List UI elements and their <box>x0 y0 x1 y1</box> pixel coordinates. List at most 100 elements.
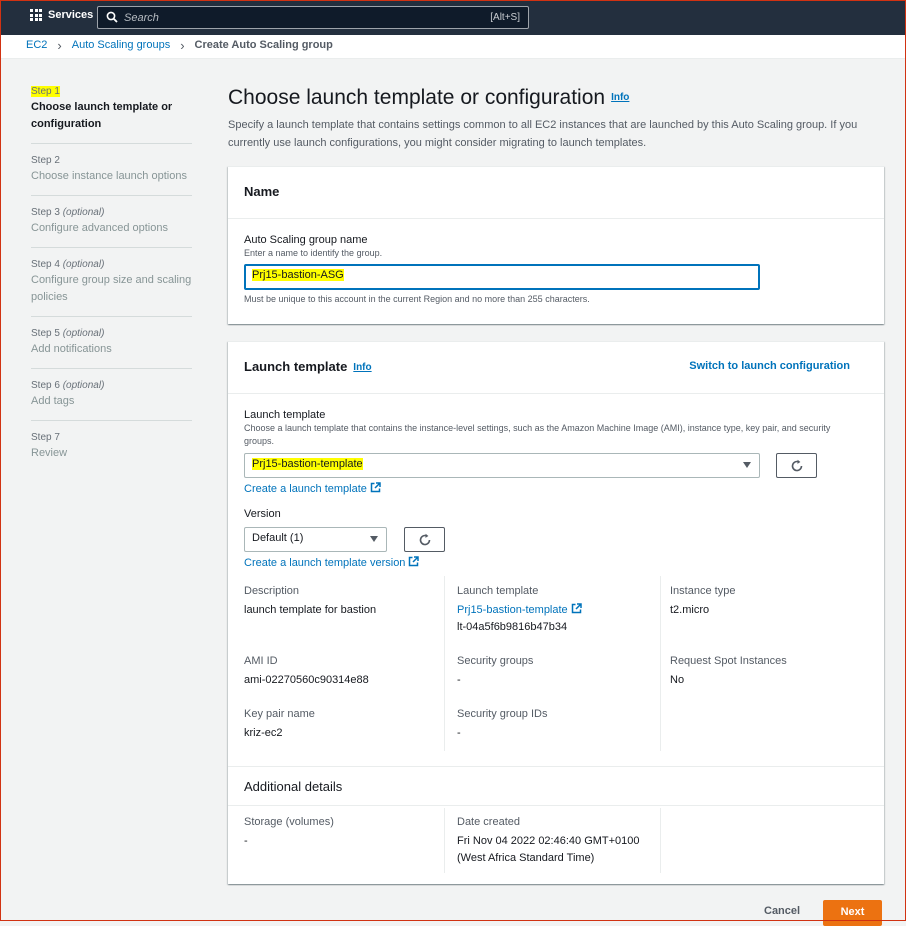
link-label: Create a launch template version <box>244 557 406 569</box>
step-number: Step 7 <box>31 432 60 443</box>
breadcrumb: EC2 › Auto Scaling groups › Create Auto … <box>26 37 333 53</box>
create-launch-template-version-link[interactable]: Create a launch template version <box>244 556 420 569</box>
version-select[interactable]: Default (1) <box>244 527 387 552</box>
page-description: Specify a launch template that contains … <box>228 119 858 150</box>
external-link-icon <box>571 603 582 614</box>
field-label: Auto Scaling group name <box>244 234 368 246</box>
detail-key: Storage (volumes) <box>244 816 334 828</box>
detail-value: (West Africa Standard Time) <box>457 852 595 864</box>
refresh-icon <box>419 533 430 545</box>
step-title: Choose instance launch options <box>31 170 187 182</box>
page-header: Choose launch template or configuration I… <box>228 84 884 152</box>
field-constraint: Must be unique to this account in the cu… <box>244 294 590 304</box>
step-optional: (optional) <box>62 380 105 391</box>
additional-details-heading: Additional details <box>244 779 343 794</box>
launch-template-panel: Launch template Info Switch to launch con… <box>228 341 884 884</box>
panel-heading: Name <box>228 167 884 219</box>
wizard-step-7[interactable]: Step 7 Review <box>31 431 192 472</box>
detail-value: launch template for bastion <box>244 604 377 616</box>
field-label: Version <box>244 508 281 520</box>
refresh-templates-button[interactable] <box>776 453 817 478</box>
next-button[interactable]: Next <box>823 900 882 926</box>
field-label: Launch template <box>244 409 326 421</box>
page-title: Choose launch template or configuration <box>228 86 606 109</box>
detail-value: - <box>457 727 461 739</box>
step-number: Step 2 <box>31 155 60 166</box>
caret-down-icon <box>743 462 751 468</box>
step-title: Configure advanced options <box>31 222 168 234</box>
search-icon <box>106 11 118 23</box>
breadcrumb-auto-scaling-groups[interactable]: Auto Scaling groups <box>72 39 170 51</box>
field-hint: Choose a launch template that contains t… <box>244 423 831 446</box>
detail-value: t2.micro <box>670 604 710 616</box>
step-title: Review <box>31 447 68 459</box>
field-hint: Enter a name to identify the group. <box>244 248 383 258</box>
switch-to-launch-configuration-link[interactable]: Switch to launch configuration <box>689 360 850 372</box>
breadcrumb-current: Create Auto Scaling group <box>194 39 333 51</box>
input-value: Prj15-bastion-ASG <box>252 269 344 281</box>
search-box[interactable]: [Alt+S] <box>97 6 529 29</box>
divider <box>228 766 884 767</box>
cancel-button[interactable]: Cancel <box>764 905 800 917</box>
wizard-step-6[interactable]: Step 6 (optional) Add tags <box>31 379 192 421</box>
step-title: Configure group size and scaling policie… <box>31 274 192 303</box>
chevron-right-icon: › <box>57 37 62 53</box>
launch-template-detail-link[interactable]: Prj15-bastion-template <box>457 602 652 619</box>
divider <box>228 805 884 806</box>
wizard-step-5[interactable]: Step 5 (optional) Add notifications <box>31 327 192 369</box>
detail-key: Description <box>244 585 300 597</box>
column-divider <box>444 808 445 873</box>
step-optional: (optional) <box>62 259 105 270</box>
select-value: Default (1) <box>252 532 304 544</box>
detail-value: Fri Nov 04 2022 02:46:40 GMT+0100 <box>457 835 640 847</box>
wizard-steps-nav: Step 1 Choose launch template or configu… <box>31 85 192 482</box>
detail-value: - <box>244 835 248 847</box>
detail-value: ami-02270560c90314e88 <box>244 674 369 686</box>
name-panel: Name Auto Scaling group name Enter a nam… <box>228 166 884 324</box>
panel-heading: Launch template <box>244 359 348 374</box>
detail-key: AMI ID <box>244 655 278 667</box>
services-label: Services <box>48 9 94 21</box>
asg-name-input[interactable]: Prj15-bastion-ASG <box>244 264 760 290</box>
services-menu-button[interactable]: Services <box>30 9 93 21</box>
create-launch-template-link[interactable]: Create a launch template <box>244 482 381 495</box>
detail-key: Instance type <box>670 585 736 597</box>
step-title: Add notifications <box>31 343 112 355</box>
wizard-step-4[interactable]: Step 4 (optional) Configure group size a… <box>31 258 192 317</box>
step-number: Step 4 <box>31 259 60 270</box>
detail-key: Security group IDs <box>457 708 548 720</box>
breadcrumb-ec2[interactable]: EC2 <box>26 39 47 51</box>
info-link[interactable]: Info <box>353 362 371 373</box>
refresh-versions-button[interactable] <box>404 527 445 552</box>
detail-key: Security groups <box>457 655 534 667</box>
info-link[interactable]: Info <box>611 92 629 103</box>
step-optional: (optional) <box>62 207 105 218</box>
detail-key: Launch template <box>457 585 539 597</box>
search-input[interactable] <box>124 7 464 28</box>
external-link-icon <box>409 556 420 567</box>
details-column-3: Instance type t2.micro Request Spot Inst… <box>670 583 870 689</box>
column-divider <box>660 576 661 751</box>
caret-down-icon <box>370 536 378 542</box>
wizard-step-3[interactable]: Step 3 (optional) Configure advanced opt… <box>31 206 192 248</box>
detail-key: Request Spot Instances <box>670 655 787 667</box>
detail-value: kriz-ec2 <box>244 727 283 739</box>
detail-key: Date created <box>457 816 520 828</box>
link-label: Prj15-bastion-template <box>457 604 568 616</box>
step-number: Step 6 <box>31 380 60 391</box>
step-number: Step 3 <box>31 207 60 218</box>
wizard-step-1[interactable]: Step 1 Choose launch template or configu… <box>31 85 192 144</box>
step-optional: (optional) <box>62 328 105 339</box>
select-value: Prj15-bastion-template <box>252 458 363 470</box>
launch-template-select[interactable]: Prj15-bastion-template <box>244 453 760 478</box>
detail-key: Key pair name <box>244 708 315 720</box>
step-title: Choose launch template or configuration <box>31 101 173 130</box>
refresh-icon <box>791 459 802 471</box>
detail-value: No <box>670 674 685 686</box>
step-title: Add tags <box>31 395 75 407</box>
wizard-step-2[interactable]: Step 2 Choose instance launch options <box>31 154 192 196</box>
detail-value: lt-04a5f6b9816b47b34 <box>457 621 568 633</box>
breadcrumb-bar: EC2 › Auto Scaling groups › Create Auto … <box>0 35 906 59</box>
step-number: Step 1 <box>31 86 60 97</box>
external-link-icon <box>370 482 381 493</box>
